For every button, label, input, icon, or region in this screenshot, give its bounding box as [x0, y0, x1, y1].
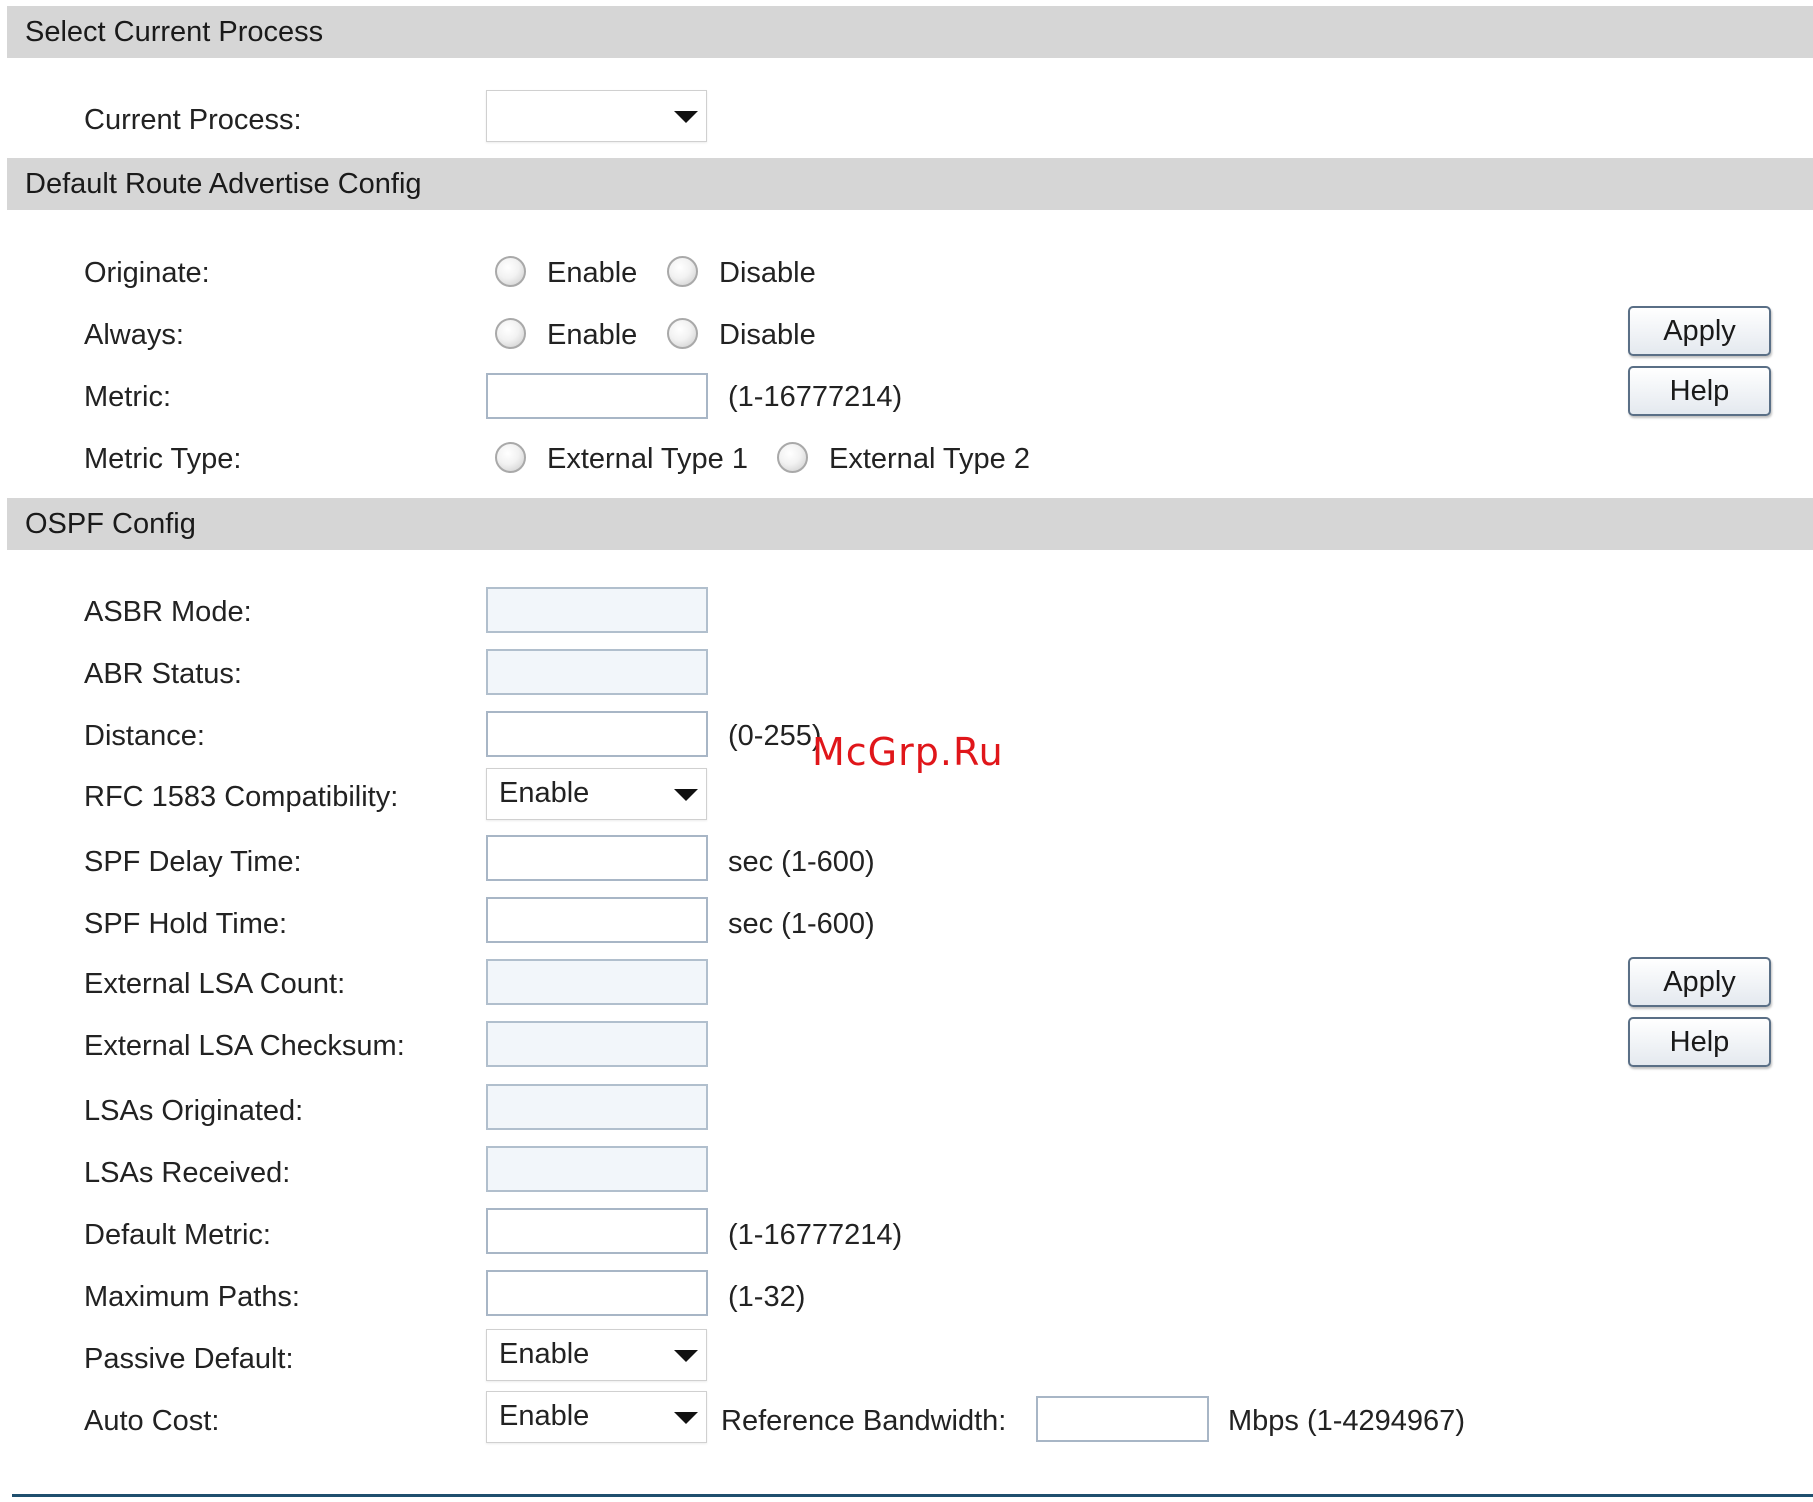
ext-lsa-checksum-field	[486, 1021, 708, 1067]
spf-hold-range: sec (1-600)	[728, 908, 875, 940]
spf-delay-range: sec (1-600)	[728, 846, 875, 878]
ref-bandwidth-range: Mbps (1-4294967)	[1228, 1405, 1465, 1437]
default-metric-input[interactable]	[486, 1208, 708, 1254]
originate-label: Originate:	[84, 257, 210, 289]
always-enable-radio[interactable]	[495, 318, 526, 349]
metric-range: (1-16777214)	[728, 381, 903, 413]
default-metric-range: (1-16777214)	[728, 1219, 903, 1251]
distance-range: (0-255)	[728, 720, 822, 752]
abr-status-label: ABR Status:	[84, 658, 242, 690]
always-enable-label: Enable	[547, 319, 638, 351]
lsas-received-label: LSAs Received:	[84, 1157, 291, 1189]
rfc1583-value: Enable	[499, 777, 590, 809]
max-paths-input[interactable]	[486, 1270, 708, 1316]
spf-delay-label: SPF Delay Time:	[84, 846, 302, 878]
asbr-mode-field	[486, 587, 708, 633]
external-type-2-radio[interactable]	[777, 442, 808, 473]
passive-default-select[interactable]: Enable	[486, 1329, 707, 1381]
section-title: Select Current Process	[25, 15, 324, 48]
lsas-received-field	[486, 1146, 708, 1192]
watermark: McGrp.Ru	[812, 730, 1004, 774]
passive-default-label: Passive Default:	[84, 1343, 294, 1375]
distance-input[interactable]	[486, 711, 708, 757]
originate-disable-label: Disable	[719, 257, 816, 289]
metric-label: Metric:	[84, 381, 171, 413]
section-title: OSPF Config	[25, 507, 196, 540]
metric-type-label: Metric Type:	[84, 443, 242, 475]
spf-hold-label: SPF Hold Time:	[84, 908, 288, 940]
bottom-divider	[12, 1494, 1813, 1497]
ext-lsa-count-field	[486, 959, 708, 1005]
distance-label: Distance:	[84, 720, 205, 752]
section-header-select-process: Select Current Process	[7, 6, 1813, 58]
always-label: Always:	[84, 319, 184, 351]
max-paths-range: (1-32)	[728, 1281, 806, 1313]
lsas-originated-label: LSAs Originated:	[84, 1095, 304, 1127]
passive-default-value: Enable	[499, 1338, 590, 1370]
external-type-1-label: External Type 1	[547, 443, 748, 475]
current-process-select[interactable]	[486, 90, 707, 142]
default-route-apply-button[interactable]: Apply	[1628, 306, 1771, 356]
default-metric-label: Default Metric:	[84, 1219, 271, 1251]
spf-delay-input[interactable]	[486, 835, 708, 881]
ref-bandwidth-label: Reference Bandwidth:	[721, 1405, 1007, 1437]
chevron-down-icon	[674, 1350, 698, 1362]
spf-hold-input[interactable]	[486, 897, 708, 943]
ext-lsa-checksum-label: External LSA Checksum:	[84, 1030, 405, 1062]
section-header-ospf: OSPF Config	[7, 498, 1813, 550]
chevron-down-icon	[674, 1412, 698, 1424]
chevron-down-icon	[674, 789, 698, 801]
ref-bandwidth-input[interactable]	[1036, 1396, 1209, 1442]
always-disable-label: Disable	[719, 319, 816, 351]
default-route-help-button[interactable]: Help	[1628, 366, 1771, 416]
section-header-default-route: Default Route Advertise Config	[7, 158, 1813, 210]
originate-disable-radio[interactable]	[667, 256, 698, 287]
ext-lsa-count-label: External LSA Count:	[84, 968, 346, 1000]
auto-cost-value: Enable	[499, 1400, 590, 1432]
ospf-help-button[interactable]: Help	[1628, 1017, 1771, 1067]
external-type-1-radio[interactable]	[495, 442, 526, 473]
abr-status-field	[486, 649, 708, 695]
max-paths-label: Maximum Paths:	[84, 1281, 300, 1313]
ospf-apply-button[interactable]: Apply	[1628, 957, 1771, 1007]
rfc1583-label: RFC 1583 Compatibility:	[84, 781, 399, 813]
rfc1583-select[interactable]: Enable	[486, 768, 707, 820]
originate-enable-radio[interactable]	[495, 256, 526, 287]
external-type-2-label: External Type 2	[829, 443, 1030, 475]
originate-enable-label: Enable	[547, 257, 638, 289]
chevron-down-icon	[674, 111, 698, 123]
lsas-originated-field	[486, 1084, 708, 1130]
asbr-mode-label: ASBR Mode:	[84, 596, 252, 628]
auto-cost-select[interactable]: Enable	[486, 1391, 707, 1443]
current-process-label: Current Process:	[84, 104, 302, 136]
always-disable-radio[interactable]	[667, 318, 698, 349]
metric-input[interactable]	[486, 373, 708, 419]
auto-cost-label: Auto Cost:	[84, 1405, 220, 1437]
section-title: Default Route Advertise Config	[25, 167, 422, 200]
